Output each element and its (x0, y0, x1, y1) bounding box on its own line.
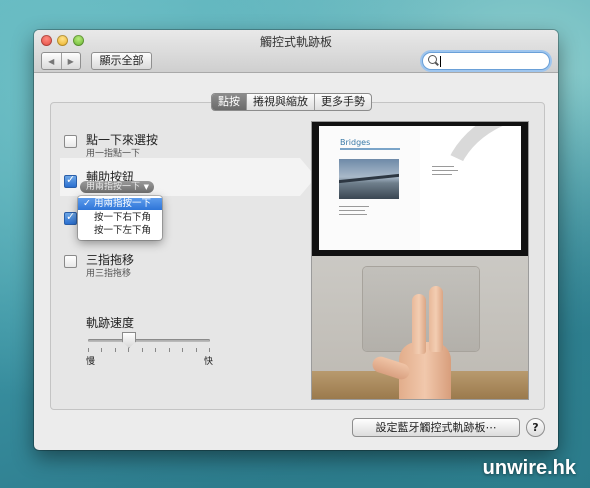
slider-tick (155, 348, 156, 352)
bridge-photo (339, 159, 399, 199)
window-title: 觸控式軌跡板 (259, 35, 332, 49)
slow-label: 慢 (86, 357, 96, 367)
slider-tick (169, 348, 170, 352)
text-caret (440, 56, 441, 67)
text-line (432, 166, 454, 167)
title-bar: 觸控式軌跡板 ◀ ▶ 顯示全部 (34, 30, 558, 73)
menu-item-label: 用兩指按一下 (94, 198, 152, 209)
slider-tick (115, 348, 116, 352)
slider-tick (101, 348, 102, 352)
third-option-checkbox[interactable] (64, 210, 77, 225)
show-all-button[interactable]: 顯示全部 (91, 52, 152, 70)
watermark: unwire.hk (482, 457, 576, 479)
setup-bluetooth-trackpad-button[interactable]: 設定藍牙觸控式軌跡板⋯ (352, 418, 520, 437)
text-line (339, 206, 369, 207)
forward-arrow-icon[interactable]: ▶ (60, 53, 81, 69)
gesture-preview-video: Bridges (311, 121, 529, 400)
tab-more-gestures[interactable]: 更多手勢 (314, 94, 371, 110)
secondary-click-menu: ✓ 用兩指按一下 按一下右下角 按一下左下角 (78, 196, 162, 240)
text-line (339, 210, 365, 211)
menu-item-bottom-right-corner[interactable]: 按一下右下角 (78, 212, 162, 224)
three-finger-drag-description: 用三指拖移 (86, 269, 132, 279)
book-right-page (420, 126, 521, 250)
book-title: Bridges (340, 138, 371, 147)
chevron-down-icon: ▼ (143, 183, 149, 191)
trackpad-scene (312, 256, 528, 399)
back-arrow-icon[interactable]: ◀ (42, 53, 61, 69)
search-input[interactable] (422, 52, 550, 70)
text-line (432, 174, 452, 175)
help-button[interactable]: ? (526, 418, 545, 437)
slider-tick (128, 348, 129, 352)
secondary-click-checkbox[interactable] (64, 173, 77, 188)
bridge-deck (339, 173, 399, 184)
tab-bar: 點按 捲視與縮放 更多手勢 (211, 93, 372, 111)
book-subtitle-line (340, 148, 400, 150)
secondary-click-popup[interactable]: 用兩指按一下 ▼ (80, 181, 154, 193)
tap-to-click-checkbox[interactable] (64, 135, 77, 148)
nav-button-group: ◀ ▶ (41, 52, 81, 70)
checkmark-icon: ✓ (83, 198, 91, 209)
tracking-speed-label: 軌跡速度 (86, 316, 135, 330)
search-icon (428, 55, 437, 64)
fast-label: 快 (204, 357, 214, 367)
system-preferences-window: 觸控式軌跡板 ◀ ▶ 顯示全部 點按 捲視與縮放 更多手勢 點一下來選按 用一指… (34, 30, 558, 450)
slider-tick (196, 348, 197, 352)
text-line (432, 170, 458, 171)
hand-index-finger (412, 294, 426, 354)
slider-tick (182, 348, 183, 352)
secondary-click-popup-value: 用兩指按一下 (86, 182, 141, 192)
menu-item-bottom-left-corner[interactable]: 按一下左下角 (78, 225, 162, 237)
tab-point-and-click[interactable]: 點按 (212, 94, 246, 110)
tab-scroll-and-zoom[interactable]: 捲視與縮放 (246, 94, 314, 110)
slider-tick (142, 348, 143, 352)
hand-middle-finger (429, 286, 443, 352)
three-finger-drag-checkbox[interactable] (64, 255, 77, 268)
slider-tick (88, 348, 89, 352)
preview-book-pages: Bridges (312, 122, 528, 256)
text-line (339, 214, 367, 215)
slider-tick (209, 348, 210, 352)
book-left-page: Bridges (319, 126, 420, 250)
slider-ticks (88, 348, 210, 352)
tracking-speed-slider[interactable] (88, 339, 210, 342)
menu-item-two-finger-click[interactable]: ✓ 用兩指按一下 (78, 198, 162, 210)
